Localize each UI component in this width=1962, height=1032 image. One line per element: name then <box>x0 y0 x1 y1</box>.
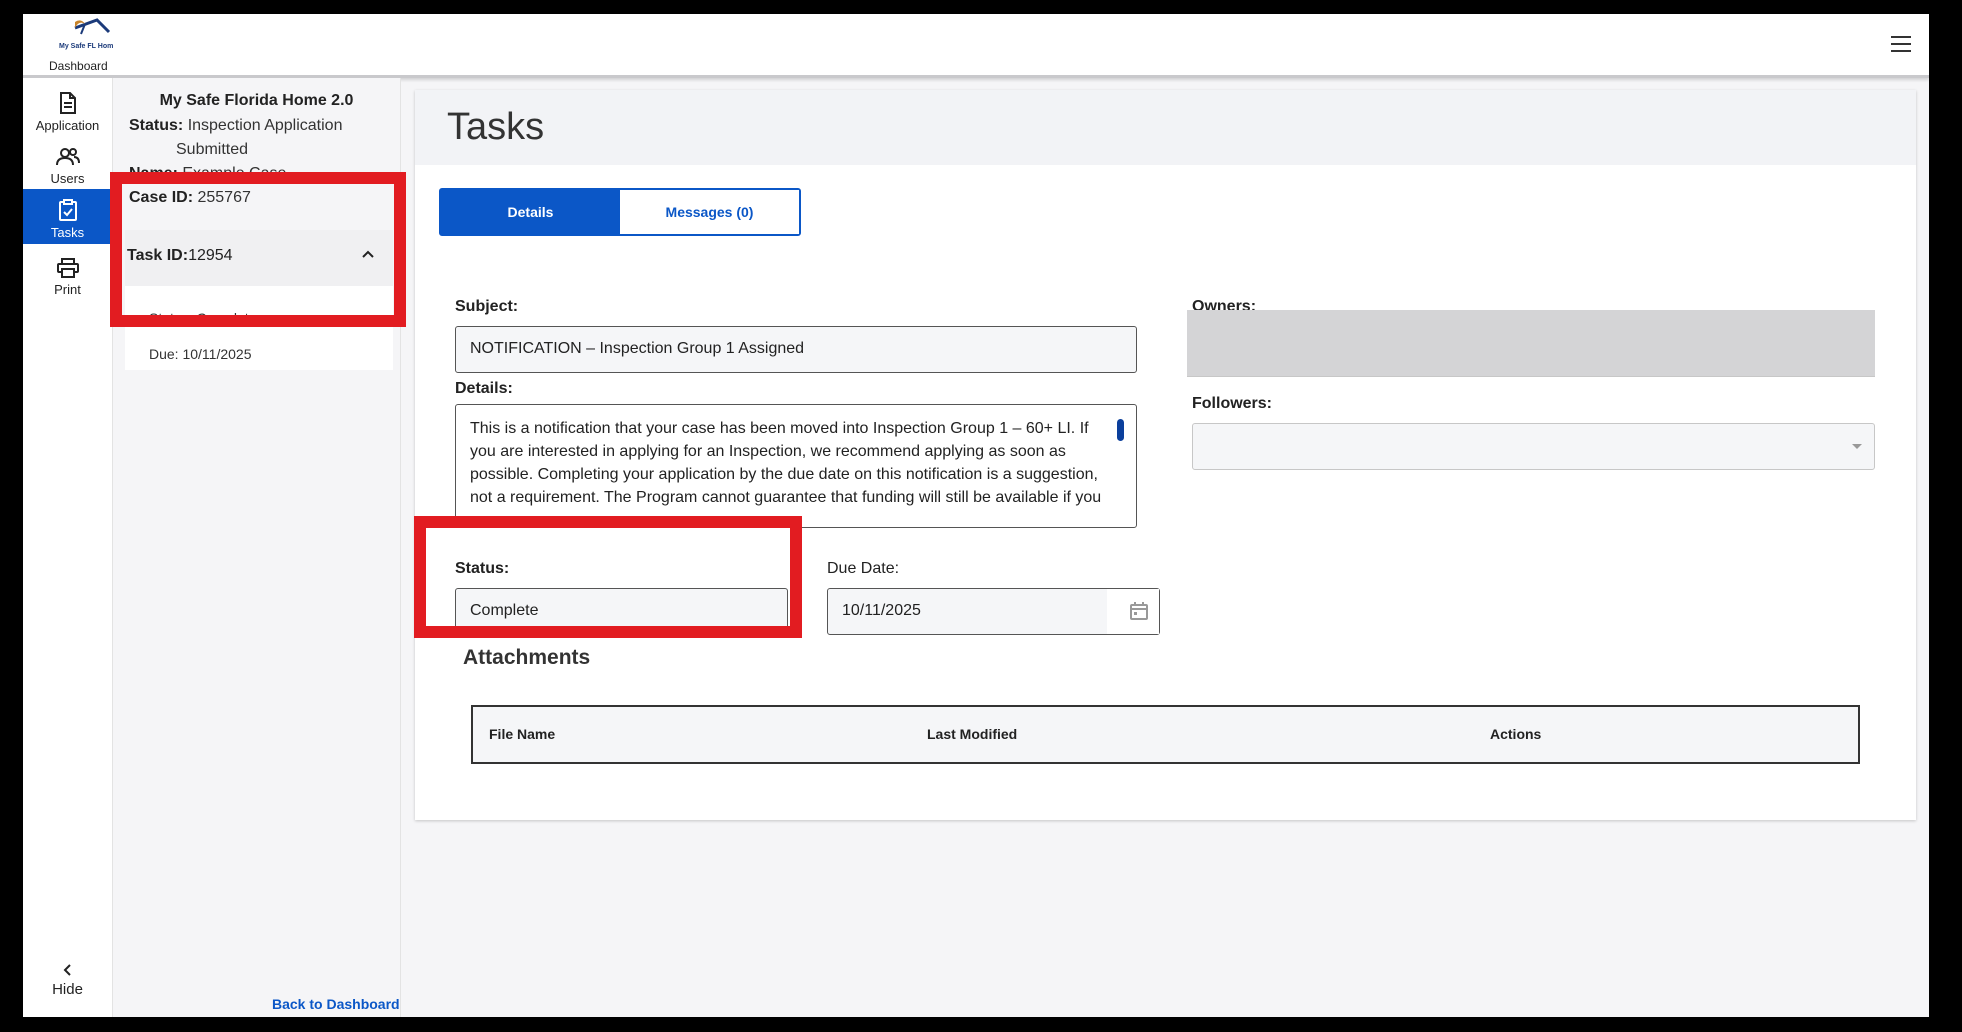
task-tabs: Details Messages (0) <box>439 188 801 236</box>
details-text: This is a notification that your case ha… <box>470 420 1102 506</box>
chevron-left-icon <box>63 964 71 976</box>
page-title: Tasks <box>447 106 545 148</box>
dashboard-label[interactable]: Dashboard <box>49 59 108 73</box>
back-to-dashboard-link[interactable]: Back to Dashboard <box>272 996 400 1012</box>
status-field[interactable]: Complete <box>455 588 788 635</box>
case-status: Status: Inspection Application <box>129 117 343 134</box>
printer-icon <box>56 258 79 278</box>
top-bar: My Safe FL Home Dashboard <box>23 14 1929 78</box>
nav-label: Tasks <box>50 225 85 240</box>
chevron-down-icon <box>1852 444 1862 449</box>
nav-label: Print <box>54 282 81 297</box>
nav-item-print[interactable]: Print <box>23 244 112 312</box>
task-main-panel: Tasks Details Messages (0) Subject: NOTI… <box>415 90 1916 820</box>
task-card[interactable]: Task ID:12954 Status: Complete Due: 10/1… <box>125 230 393 370</box>
subject-value: NOTIFICATION – Inspection Group 1 Assign… <box>470 340 805 357</box>
case-id: Case ID: 255767 <box>129 189 251 206</box>
main-header: Tasks <box>415 90 1916 165</box>
left-nav: Application Users Tasks Print Hide <box>23 78 113 1017</box>
case-side-panel: My Safe Florida Home 2.0 Status: Inspect… <box>113 78 401 1017</box>
users-icon <box>55 148 80 166</box>
subject-field[interactable]: NOTIFICATION – Inspection Group 1 Assign… <box>455 326 1137 373</box>
details-textarea[interactable]: This is a notification that your case ha… <box>455 404 1137 528</box>
attachments-title: Attachments <box>463 646 591 669</box>
clipboard-check-icon <box>58 199 77 221</box>
followers-label: Followers: <box>1192 395 1273 412</box>
menu-icon[interactable] <box>1887 32 1915 56</box>
details-scrollbar[interactable] <box>1117 419 1124 441</box>
due-date-value: 10/11/2025 <box>842 602 921 619</box>
status-value: Complete <box>470 602 539 619</box>
nav-item-tasks[interactable]: Tasks <box>23 189 112 244</box>
task-id: Task ID:12954 <box>127 247 233 264</box>
nav-label: Users <box>50 171 85 186</box>
tab-details[interactable]: Details <box>441 190 620 234</box>
app-frame: My Safe FL Home Dashboard Application Us… <box>23 14 1929 1017</box>
program-title: My Safe Florida Home 2.0 <box>159 92 354 109</box>
hide-nav-button[interactable]: Hide <box>23 963 112 998</box>
due-date-label: Due Date: <box>827 560 900 577</box>
details-label: Details: <box>455 380 513 397</box>
chevron-up-icon[interactable] <box>361 249 375 259</box>
case-status-cont: Submitted <box>176 141 249 158</box>
task-status: Status: Complete <box>149 310 257 326</box>
subject-label: Subject: <box>455 298 519 315</box>
task-card-header[interactable]: Task ID:12954 <box>125 230 393 286</box>
due-date-field[interactable]: 10/11/2025 <box>827 588 1160 635</box>
calendar-icon[interactable] <box>1129 601 1149 621</box>
task-due: Due: 10/11/2025 <box>149 346 252 362</box>
document-icon <box>59 92 76 114</box>
followers-select[interactable] <box>1192 423 1875 470</box>
column-header-file-name[interactable]: File Name <box>489 726 555 742</box>
hide-label: Hide <box>52 981 83 998</box>
svg-text:My Safe FL Home: My Safe FL Home <box>59 43 113 50</box>
status-label: Status: <box>455 560 510 577</box>
logo[interactable]: My Safe FL Home <box>45 18 117 58</box>
column-header-actions: Actions <box>1490 726 1542 742</box>
attachments-table: File Name Last Modified Actions <box>471 705 1860 764</box>
case-name: Name: Example Case <box>129 165 287 182</box>
nav-label: Application <box>35 118 100 133</box>
owners-field-redacted[interactable] <box>1187 310 1875 377</box>
tab-messages[interactable]: Messages (0) <box>620 190 799 234</box>
column-header-last-modified[interactable]: Last Modified <box>927 726 1017 742</box>
